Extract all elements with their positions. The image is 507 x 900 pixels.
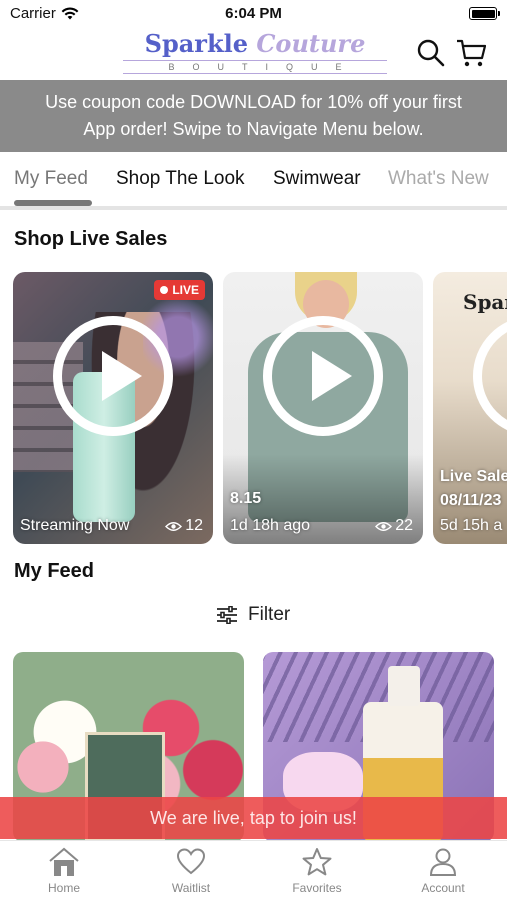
card-logo-text: Spark: [463, 290, 507, 314]
live-sale-card-past[interactable]: 8.15 1d 18h ago 22: [223, 272, 423, 544]
account-icon: [429, 848, 457, 876]
logo-word-sparkle: Sparkle: [144, 29, 248, 58]
coupon-line-2: App order! Swipe to Navigate Menu below.: [83, 119, 424, 139]
sale-time-ago: 1d 18h ago: [230, 517, 311, 534]
nav-home[interactable]: Home: [19, 847, 109, 895]
nav-favorites[interactable]: Favorites: [272, 847, 362, 895]
play-button-icon[interactable]: [473, 316, 507, 436]
category-tabs: My Feed Shop The Look Swimwear What's Ne…: [0, 152, 507, 210]
logo-word-couture: Couture: [256, 29, 366, 58]
star-icon: [302, 848, 332, 876]
live-sale-card-upcoming[interactable]: Spark Live Sale 08/11/23 5d 15h a: [433, 272, 507, 544]
bottom-nav: Home Waitlist Favorites Account: [0, 840, 507, 900]
app-header: Sparkle Couture BOUTIQUE: [0, 28, 507, 80]
eye-icon: [165, 521, 183, 531]
nav-account-label: Account: [421, 881, 465, 895]
sale-date: 08/11/23: [440, 492, 502, 509]
stream-status: Streaming Now: [20, 517, 130, 534]
filter-button[interactable]: Filter: [216, 604, 290, 626]
live-badge: LIVE: [154, 280, 205, 300]
tab-shop-the-look[interactable]: Shop The Look: [116, 168, 245, 190]
play-button-icon[interactable]: [53, 316, 173, 436]
live-sale-card-streaming[interactable]: LIVE Streaming Now 12: [13, 272, 213, 544]
my-feed-heading: My Feed: [14, 560, 95, 582]
status-bar: Carrier 6:04 PM: [0, 0, 507, 28]
pink-rose-image: [13, 732, 73, 802]
eye-icon: [375, 521, 393, 531]
nav-home-label: Home: [47, 881, 80, 895]
cart-icon[interactable]: [456, 38, 486, 68]
nav-waitlist-label: Waitlist: [171, 881, 211, 895]
logo-subtitle: BOUTIQUE: [123, 60, 387, 74]
home-icon: [49, 847, 79, 876]
nav-waitlist[interactable]: Waitlist: [146, 847, 236, 895]
view-count: 12: [165, 517, 203, 535]
heart-icon: [176, 848, 206, 875]
pump-cap-image: [388, 666, 420, 706]
sale-title: 8.15: [230, 490, 262, 507]
play-button-icon[interactable]: [263, 316, 383, 436]
view-count: 22: [375, 517, 413, 535]
tab-my-feed[interactable]: My Feed: [14, 168, 88, 190]
nav-favorites-label: Favorites: [292, 881, 342, 895]
filter-sliders-icon: [217, 606, 237, 624]
search-icon[interactable]: [416, 38, 446, 68]
filter-label: Filter: [248, 604, 291, 625]
coupon-line-1: Use coupon code DOWNLOAD for 10% off you…: [45, 92, 462, 112]
sale-time: 5d 15h a: [440, 517, 503, 534]
tab-swimwear[interactable]: Swimwear: [273, 168, 361, 190]
sale-title: Live Sale: [440, 468, 507, 485]
tab-whats-new[interactable]: What's New: [388, 168, 489, 190]
active-tab-indicator: [14, 200, 92, 206]
battery-icon: [469, 7, 500, 20]
shop-live-sales-heading: Shop Live Sales: [14, 228, 168, 250]
nav-account[interactable]: Account: [398, 847, 488, 895]
coupon-banner[interactable]: Use coupon code DOWNLOAD for 10% off you…: [0, 80, 507, 152]
brand-logo[interactable]: Sparkle Couture BOUTIQUE: [115, 30, 395, 76]
clock: 6:04 PM: [225, 5, 282, 22]
join-live-banner[interactable]: We are live, tap to join us!: [0, 797, 507, 839]
